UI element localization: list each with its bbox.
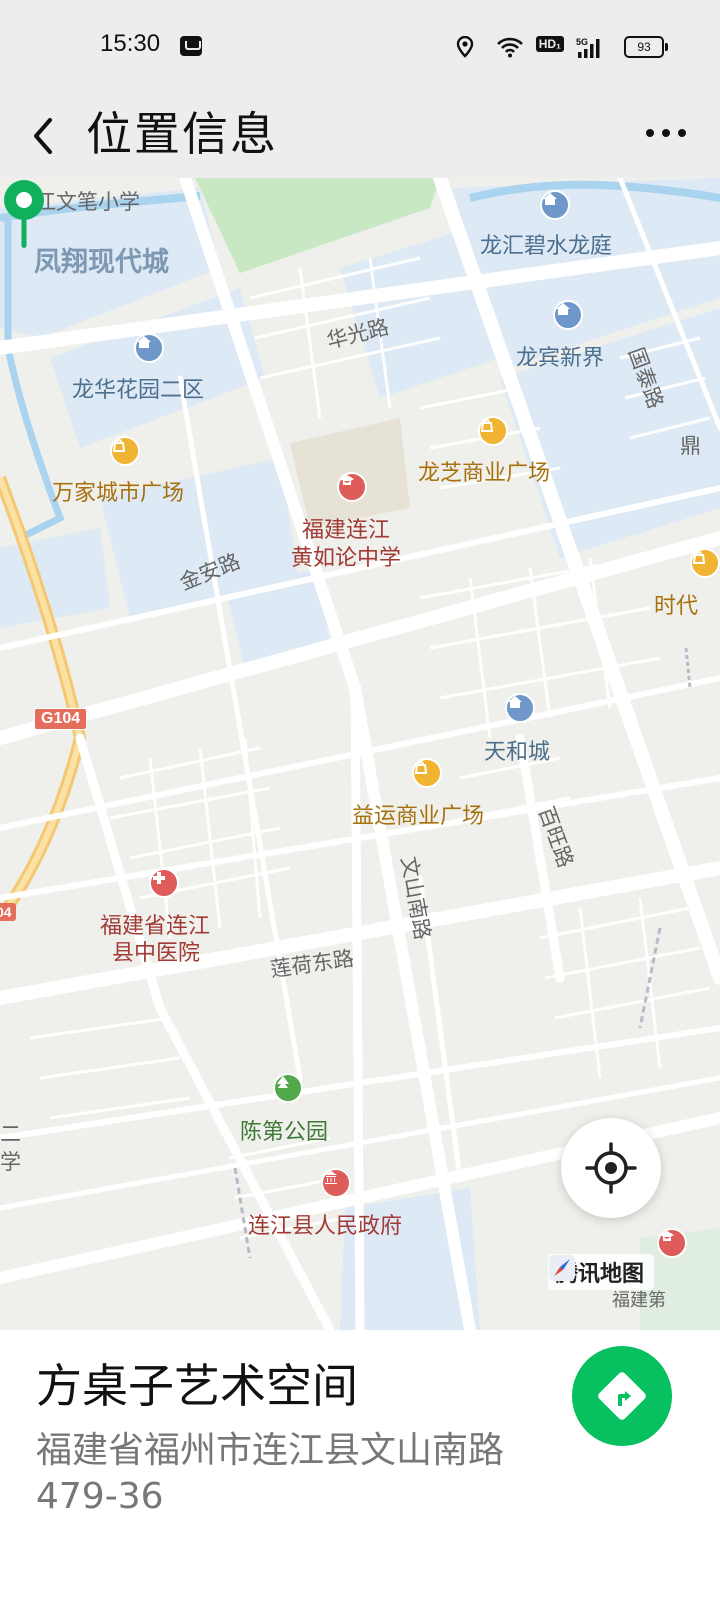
place-address: 福建省福州市连江县文山南路479-36 (36, 1430, 505, 1517)
map-label: 县中医院 (112, 941, 201, 966)
map-label: 连江县人民政府 (248, 1214, 403, 1239)
residence-icon[interactable] (134, 333, 164, 363)
wifi-icon (497, 37, 523, 58)
map-label: 益运商业广场 (352, 804, 485, 829)
park-icon[interactable] (273, 1073, 303, 1103)
place-name: 方桌子艺术空间 (36, 1359, 358, 1413)
residence-icon[interactable] (540, 190, 570, 220)
chevron-left-icon (34, 118, 52, 154)
shopping-icon[interactable] (412, 758, 442, 788)
status-time: 15:30 (100, 30, 161, 57)
more-button[interactable] (646, 118, 686, 148)
crosshair-locate-icon (585, 1142, 637, 1194)
map-view[interactable]: 连江文笔小学 凤翔现代城 龙汇碧水龙庭 华光路 龙宾新界 国泰路 龙华花园二区 … (0, 178, 720, 1330)
map-brand-logo: 腾讯地图 (548, 1254, 655, 1290)
signal-icon: 5G (576, 37, 600, 58)
map-label: 陈第公园 (240, 1120, 329, 1145)
school-icon[interactable] (657, 1228, 687, 1258)
location-icon (456, 36, 474, 58)
map-label: 凤翔现代城 (34, 247, 169, 278)
page-title: 位置信息 (86, 107, 278, 161)
map-label: 二 (0, 1122, 21, 1146)
map-label: 龙汇碧水龙庭 (480, 234, 613, 259)
residence-icon[interactable] (505, 693, 535, 723)
map-label: 鼎 (680, 434, 701, 458)
locate-me-button[interactable] (561, 1118, 661, 1218)
school-icon[interactable] (337, 472, 367, 502)
map-label: 龙华花园二区 (72, 378, 205, 403)
residence-icon[interactable] (553, 300, 583, 330)
map-label: 黄如论中学 (291, 546, 402, 571)
map-label: 时代 (654, 594, 699, 619)
map-label: 天和城 (484, 740, 551, 765)
status-icons: HD₁ 5G 93 (424, 36, 668, 58)
status-bar: 15:30 HD₁ 5G 93 (0, 0, 720, 94)
shopping-icon[interactable] (110, 436, 140, 466)
government-icon[interactable] (321, 1168, 351, 1198)
map-label: 学 (0, 1150, 21, 1174)
location-pin-icon[interactable] (0, 178, 48, 250)
hospital-icon[interactable] (149, 868, 179, 898)
navigate-diamond-icon (598, 1372, 646, 1420)
more-dots-icon (646, 129, 654, 137)
hd-icon: HD₁ (535, 36, 564, 52)
shopping-icon[interactable] (690, 548, 720, 578)
title-bar: 位置信息 (0, 94, 720, 178)
navigate-button[interactable] (572, 1346, 672, 1446)
compass-logo-icon (549, 1255, 575, 1281)
svg-text:5G: 5G (576, 37, 588, 47)
highway-badge: 04 (0, 903, 16, 921)
map-label: 龙宾新界 (516, 346, 605, 371)
battery-icon: 93 (624, 36, 668, 58)
highway-g104-badge: G104 (34, 708, 88, 730)
shopping-icon[interactable] (478, 416, 508, 446)
place-info-panel: 方桌子艺术空间 福建省福州市连江县文山南路479-36 (0, 1330, 720, 1600)
message-icon (180, 36, 202, 56)
back-button[interactable] (24, 106, 64, 162)
map-label: 万家城市广场 (52, 481, 185, 506)
map-label: 龙芝商业广场 (418, 461, 551, 486)
